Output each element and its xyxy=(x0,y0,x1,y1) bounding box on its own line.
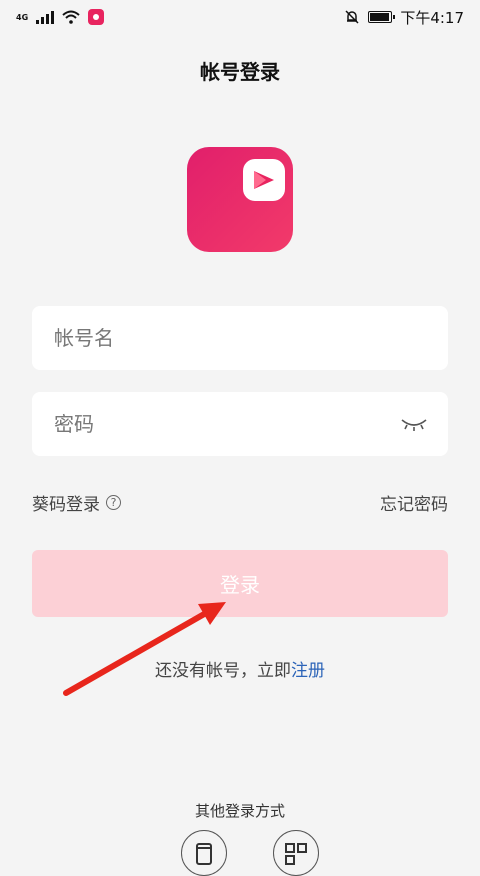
app-notification-icon xyxy=(88,9,105,25)
username-field[interactable] xyxy=(32,306,448,370)
password-field[interactable] xyxy=(32,392,448,456)
forgot-password-link[interactable]: 忘记密码 xyxy=(380,490,448,515)
register-row: 还没有帐号，立即注册 xyxy=(0,656,480,681)
network-type: 4G xyxy=(16,12,29,22)
sms-login-link[interactable]: 葵码登录 ? xyxy=(32,490,121,515)
phone-icon xyxy=(196,843,212,865)
status-right: 下午4:17 xyxy=(344,7,464,28)
status-bar: 4G 下午4:17 xyxy=(0,0,480,34)
register-prompt: 还没有帐号，立即 xyxy=(155,661,291,681)
sms-login-label[interactable]: 葵码登录 xyxy=(32,490,100,515)
username-input[interactable] xyxy=(52,325,428,351)
signal-icon xyxy=(36,10,55,24)
qr-login-button[interactable] xyxy=(273,830,319,876)
eye-closed-icon[interactable] xyxy=(400,416,428,432)
help-icon[interactable]: ? xyxy=(106,494,121,510)
bell-muted-icon xyxy=(345,10,359,24)
battery-icon xyxy=(368,11,396,23)
other-login-options xyxy=(181,830,319,876)
login-options: 葵码登录 ? 忘记密码 xyxy=(32,490,448,515)
login-button[interactable]: 登录 xyxy=(32,550,448,617)
phone-login-button[interactable] xyxy=(181,830,227,876)
qr-icon xyxy=(285,843,307,865)
status-left: 4G xyxy=(16,9,105,25)
wifi-icon xyxy=(62,10,80,24)
password-input[interactable] xyxy=(52,411,400,437)
play-icon xyxy=(254,171,274,189)
app-logo xyxy=(187,147,293,252)
other-login-title: 其他登录方式 xyxy=(194,802,285,820)
register-link[interactable]: 注册 xyxy=(291,661,325,681)
logo-badge xyxy=(243,159,285,201)
page-title: 帐号登录 xyxy=(200,60,280,84)
clock: 下午4:17 xyxy=(400,8,464,27)
